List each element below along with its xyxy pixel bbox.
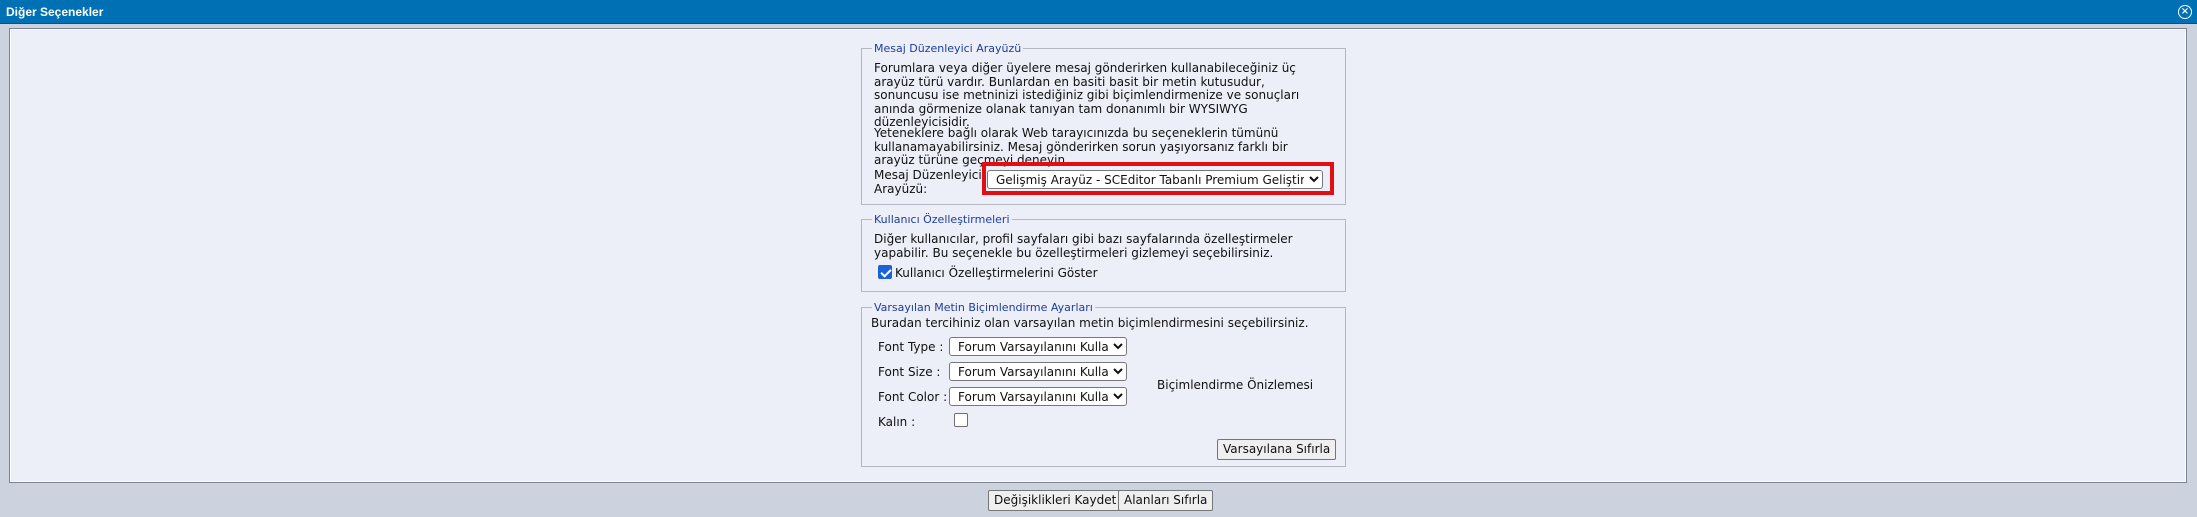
format-preview: Biçimlendirme Önizlemesi [1157,378,1314,392]
reset-default-button[interactable]: Varsayılana Sıfırla [1217,439,1337,460]
editor-interface-label: Mesaj Düzenleyici Arayüzü: [874,168,982,196]
show-customizations-checkbox[interactable] [878,265,892,279]
show-customizations-label: Kullanıcı Özelleştirmelerini Göster [895,266,1098,280]
format-description: Buradan tercihiniz olan varsayılan metin… [871,316,1309,330]
save-changes-button[interactable]: Değişiklikleri Kaydet [988,490,1123,511]
editor-description-1: Forumlara veya diğer üyelere mesaj gönde… [874,61,1300,129]
bold-label: Kalın : [878,415,916,429]
font-size-select[interactable]: Forum Varsayılanını Kullan [949,362,1127,381]
bold-checkbox[interactable] [954,413,968,427]
window-titlebar: Diğer Seçenekler × [0,0,2197,24]
format-legend: Varsayılan Metin Biçimlendirme Ayarları [874,301,1093,314]
font-color-label: Font Color : [878,390,948,404]
options-panel: Mesaj Düzenleyici Arayüzü Forumlara veya… [9,28,2187,483]
editor-select-highlight [982,162,1334,195]
custom-description: Diğer kullanıcılar, profil sayfaları gib… [874,232,1293,260]
editor-interface-legend: Mesaj Düzenleyici Arayüzü [874,42,1022,55]
reset-fields-button[interactable]: Alanları Sıfırla [1118,490,1214,511]
window-title: Diğer Seçenekler [6,5,104,19]
font-type-label: Font Type : [878,340,944,354]
close-icon[interactable]: × [2178,5,2192,19]
font-type-select[interactable]: Forum Varsayılanını Kullan [949,337,1127,356]
custom-legend: Kullanıcı Özelleştirmeleri [874,213,1010,226]
font-size-label: Font Size : [878,365,941,379]
font-color-select[interactable]: Forum Varsayılanını Kullan [949,387,1127,406]
